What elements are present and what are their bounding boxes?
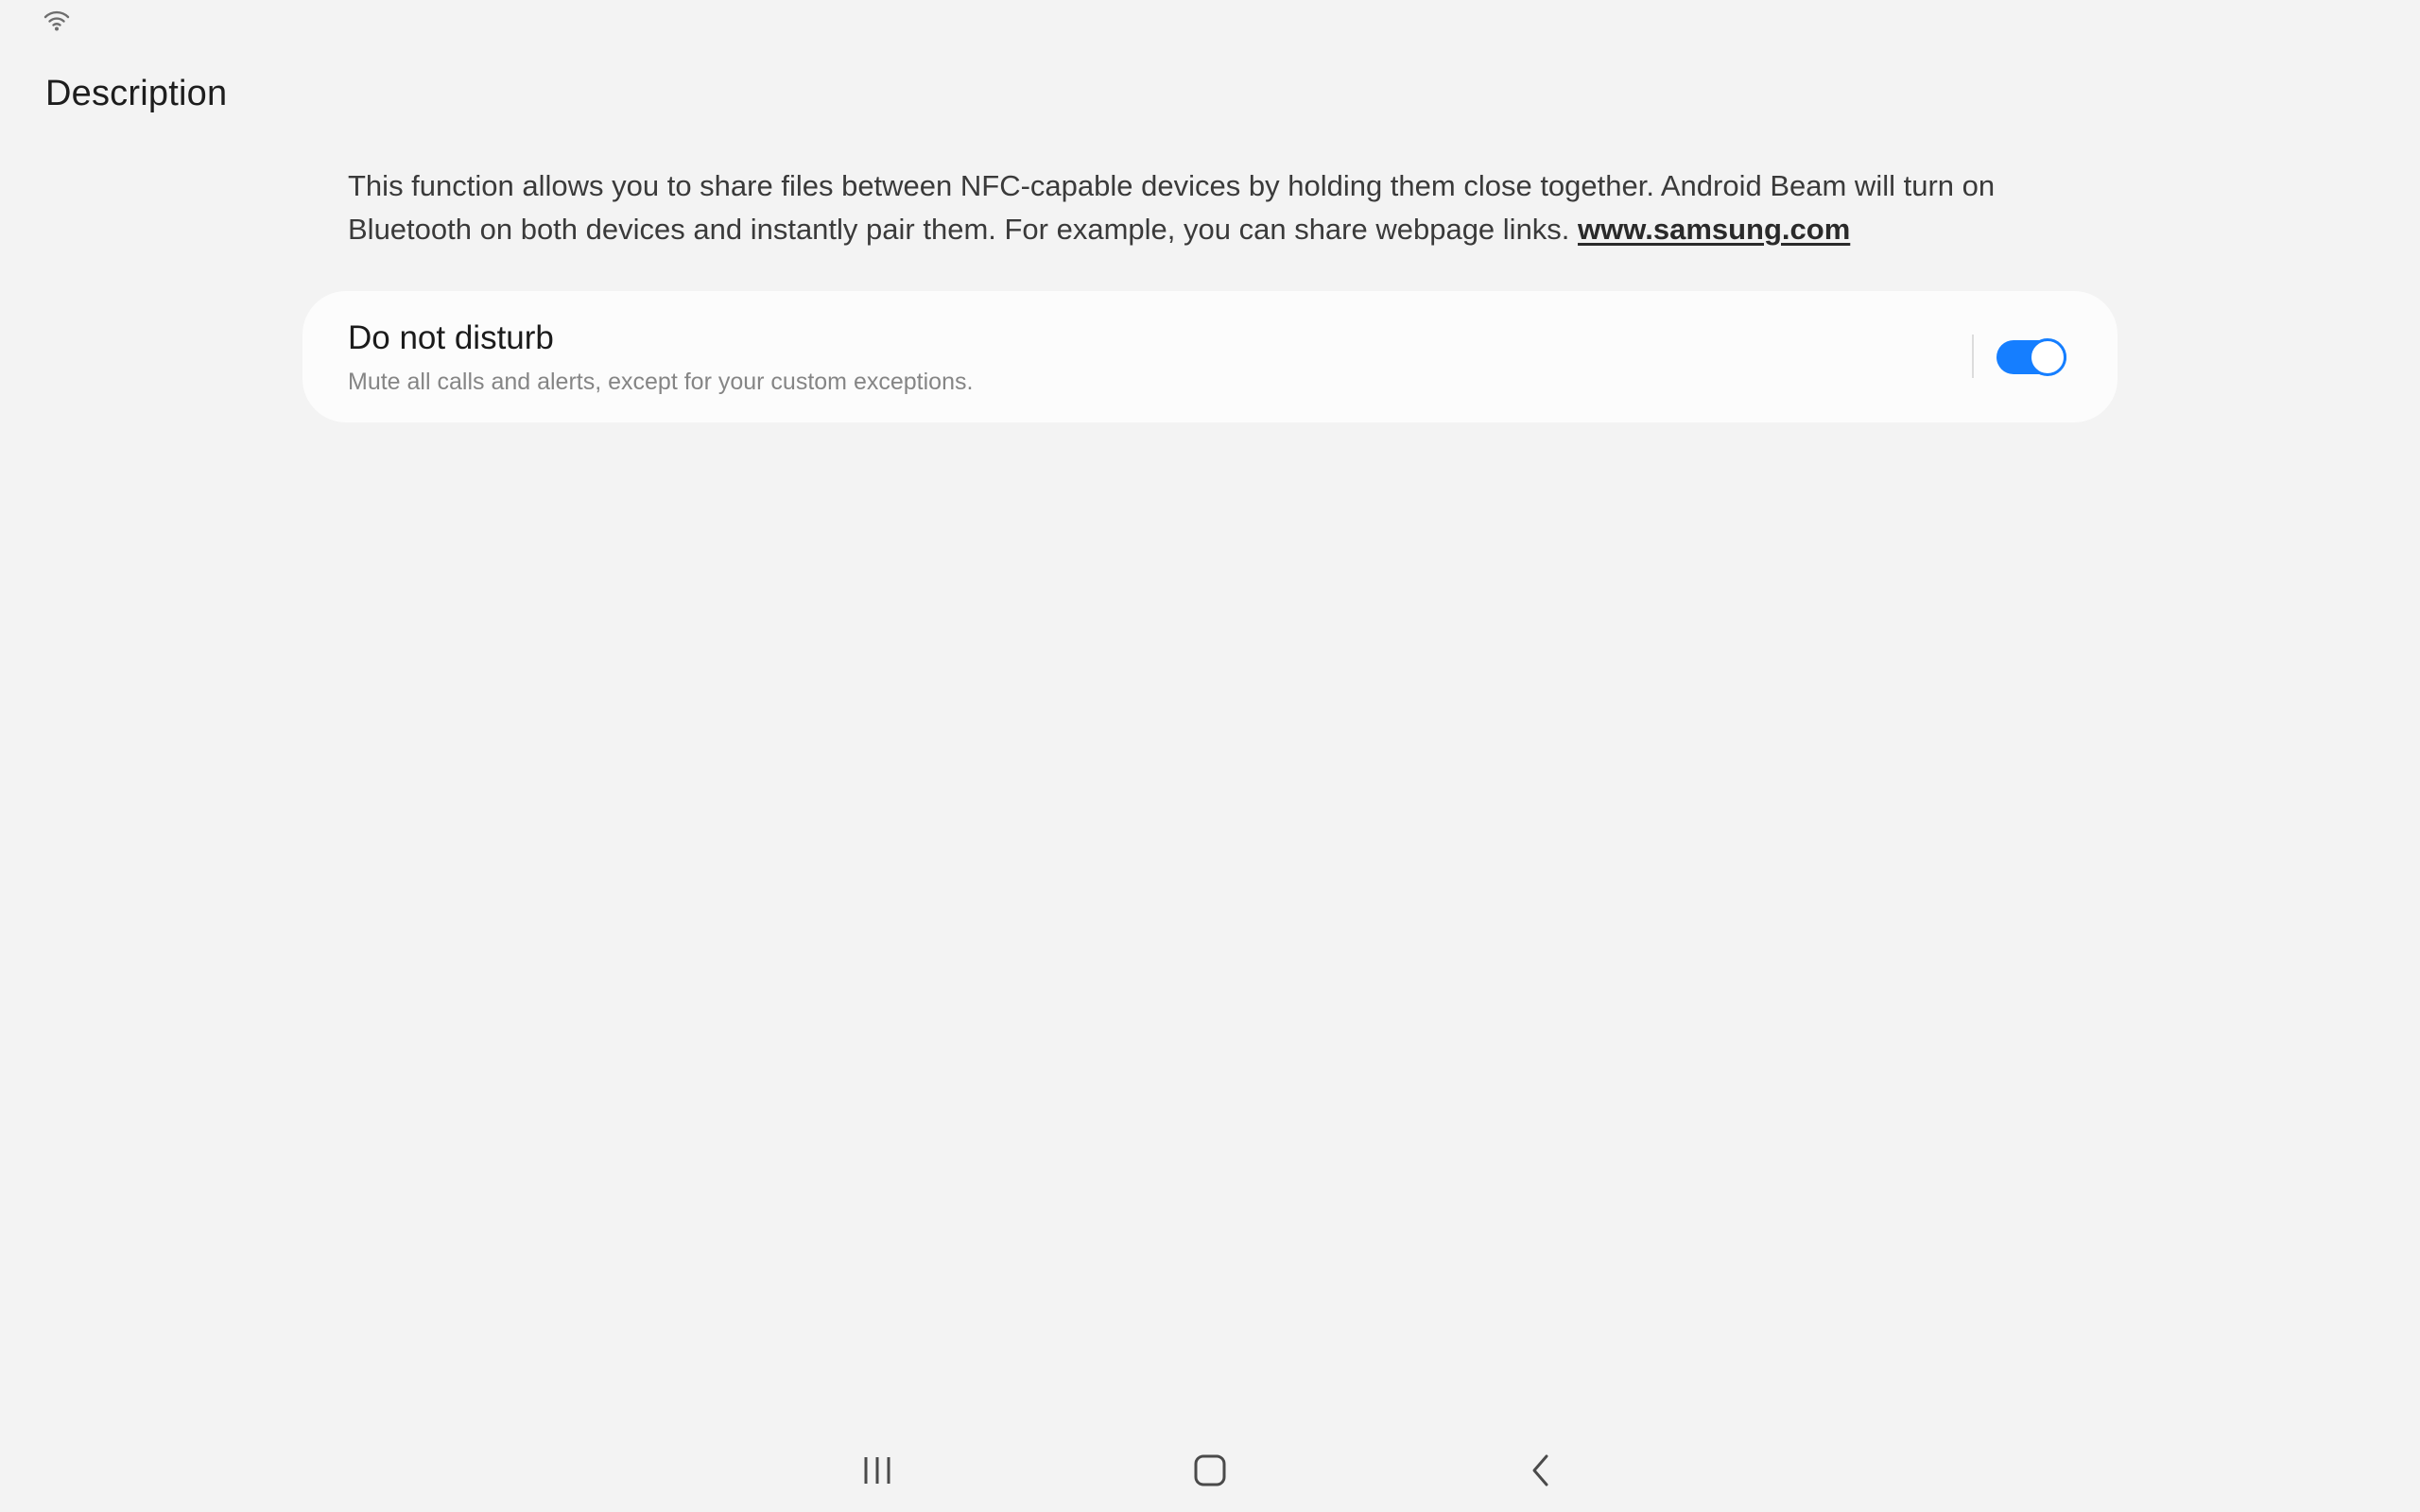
home-icon	[1194, 1454, 1226, 1486]
home-button[interactable]	[1182, 1442, 1238, 1499]
setting-subtitle: Mute all calls and alerts, except for yo…	[348, 369, 974, 395]
divider	[1972, 335, 1974, 378]
page-title: Description	[45, 74, 228, 113]
status-bar	[0, 0, 2420, 38]
setting-title: Do not disturb	[348, 319, 554, 356]
recents-button[interactable]	[849, 1442, 906, 1499]
recents-icon	[864, 1457, 890, 1484]
navigation-bar	[0, 1427, 2420, 1512]
toggle-knob	[2029, 338, 2066, 376]
do-not-disturb-card[interactable]: Do not disturb Mute all calls and alerts…	[302, 291, 2118, 422]
back-icon	[1532, 1454, 1548, 1486]
samsung-link[interactable]: www.samsung.com	[1578, 213, 1850, 246]
description-text: This function allows you to share files …	[348, 164, 2125, 251]
back-button[interactable]	[1512, 1442, 1569, 1499]
do-not-disturb-toggle[interactable]	[1996, 338, 2068, 376]
wifi-icon	[43, 10, 70, 31]
